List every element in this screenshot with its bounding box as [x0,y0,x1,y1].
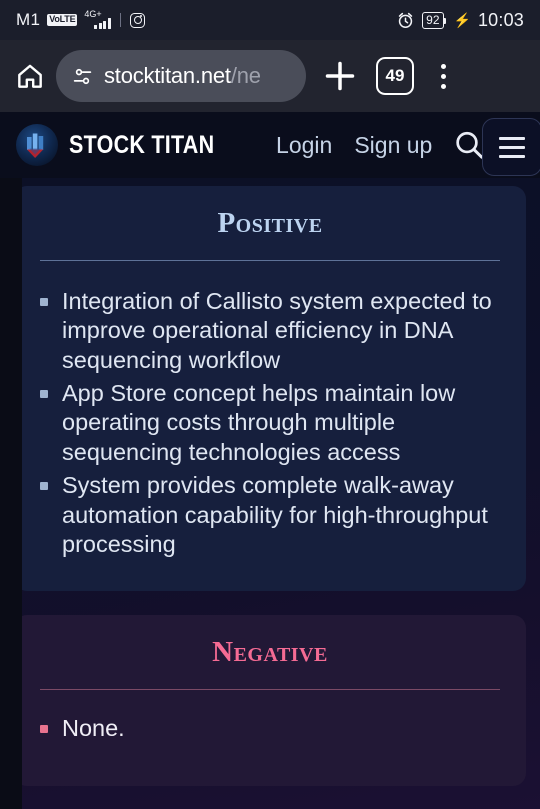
list-item-text: None. [62,715,125,742]
url-path: /ne [230,63,261,88]
home-icon[interactable] [14,60,46,92]
kebab-menu-icon[interactable] [428,58,458,94]
site-header: STOCK TITAN Login Sign up [0,112,540,178]
charging-bolt-icon: ⚡ [453,11,471,28]
screen: M1 VoLTE 4G+ 92 ⚡ 10:03 stocktitan.net/n… [0,0,540,809]
bullet-square-icon [40,725,48,734]
tune-icon[interactable] [72,66,93,87]
login-link[interactable]: Login [276,132,332,159]
browser-toolbar: stocktitan.net/ne 49 [0,40,540,112]
list-item-text: System provides complete walk-away autom… [62,472,488,557]
list-item: App Store concept helps maintain low ope… [40,379,500,467]
list-item: System provides complete walk-away autom… [40,471,500,559]
signup-link[interactable]: Sign up [354,132,432,159]
battery-icon: 92 [422,11,447,29]
negative-card: Negative None. [14,615,526,786]
battery-percent: 92 [426,13,440,27]
negative-divider [40,689,500,691]
tab-counter-button[interactable]: 49 [376,57,414,95]
plus-icon[interactable] [320,56,360,96]
page-content: Positive Integration of Callisto system … [0,178,540,809]
carrier-label: M1 [16,10,41,29]
positive-divider [40,259,500,261]
positive-card: Positive Integration of Callisto system … [14,186,526,592]
alarm-clock-icon [398,12,413,28]
url-bar[interactable]: stocktitan.net/ne [56,50,306,102]
negative-bullet-list: None. [40,714,500,743]
network-type-label: 4G+ [84,9,102,19]
brand-name: STOCK TITAN [69,130,215,159]
list-item-text: Integration of Callisto system expected … [62,287,492,373]
signal-bars-icon: 4G+ [84,9,111,29]
status-bar-left: M1 VoLTE 4G+ [16,10,145,30]
url-domain: stocktitan.net [104,63,231,88]
stock-titan-logo-icon[interactable] [16,124,58,166]
android-status-bar: M1 VoLTE 4G+ 92 ⚡ 10:03 [0,0,540,40]
bullet-square-icon [40,482,48,491]
status-bar-right: 92 ⚡ 10:03 [396,10,524,31]
list-item: None. [40,714,500,743]
tab-count-label: 49 [385,66,405,85]
url-text[interactable]: stocktitan.net/ne [104,63,261,89]
list-item-text: App Store concept helps maintain low ope… [62,380,456,465]
hamburger-menu-icon[interactable] [482,118,540,176]
list-item: Integration of Callisto system expected … [40,287,500,375]
bullet-square-icon [40,297,48,306]
bullet-square-icon [40,390,48,399]
volte-badge: VoLTE [47,14,78,26]
negative-title: Negative [212,636,328,669]
positive-bullet-list: Integration of Callisto system expected … [40,287,500,559]
instagram-icon [129,12,145,28]
clock-label: 10:03 [477,9,524,30]
status-divider [119,13,121,27]
positive-title: Positive [217,207,323,239]
